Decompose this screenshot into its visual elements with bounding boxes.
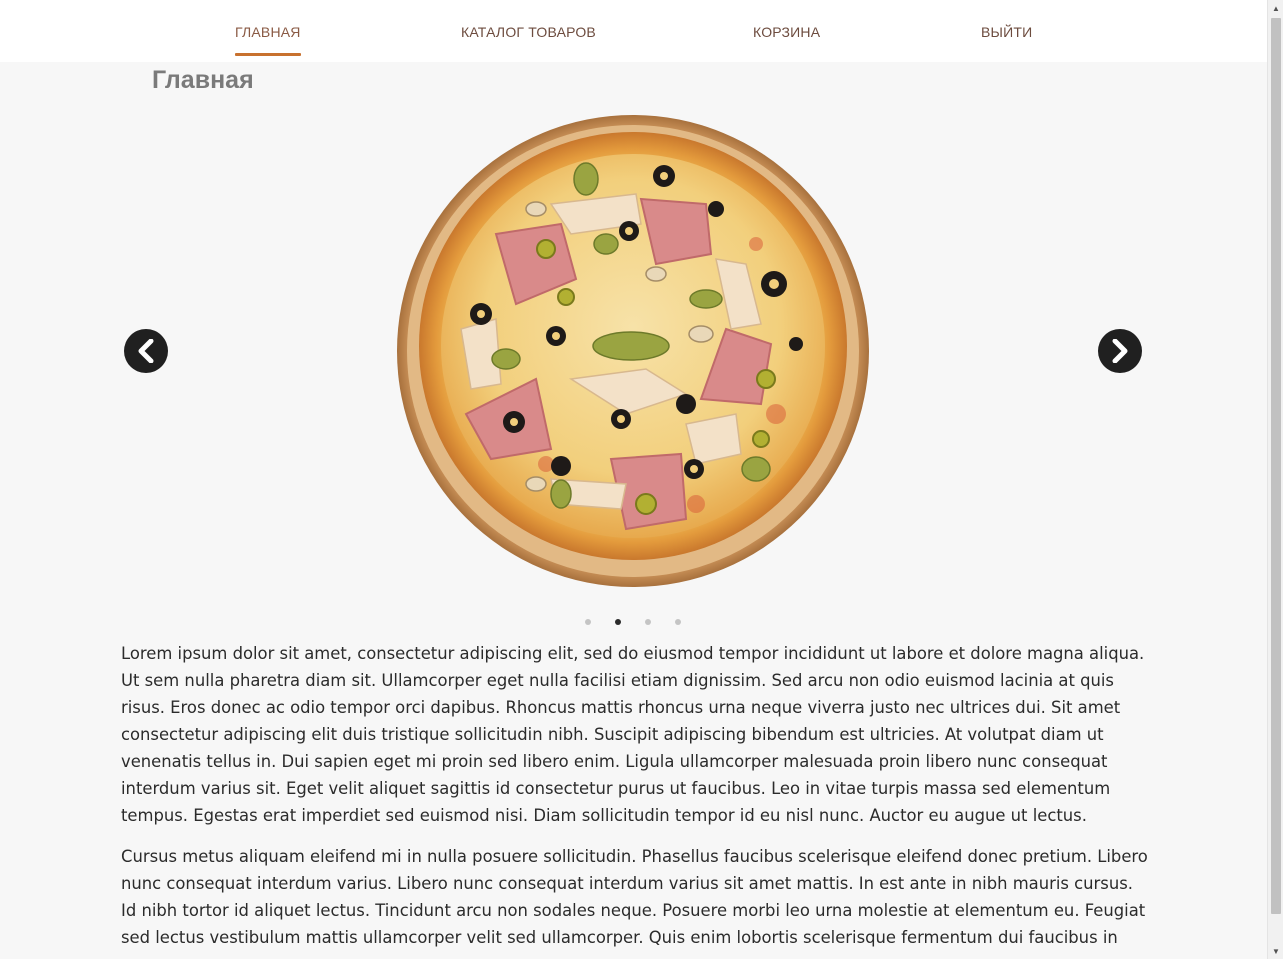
chevron-right-icon bbox=[1112, 339, 1128, 363]
carousel-dot[interactable] bbox=[585, 619, 591, 625]
nav-item-label: КАТАЛОГ ТОВАРОВ bbox=[461, 24, 596, 40]
scroll-up-arrow-icon[interactable]: ▲ bbox=[1268, 0, 1283, 16]
active-nav-underline bbox=[235, 53, 301, 56]
paragraph: Lorem ipsum dolor sit amet, consectetur … bbox=[121, 644, 1145, 825]
carousel-dot-active[interactable] bbox=[615, 619, 621, 625]
nav-item-home[interactable]: ГЛАВНАЯ bbox=[235, 0, 301, 62]
carousel-dot[interactable] bbox=[645, 619, 651, 625]
paragraph: Cursus metus aliquam eleifend mi in null… bbox=[121, 847, 1148, 959]
carousel-next-button[interactable] bbox=[1098, 329, 1142, 373]
nav-item-label: ВЫЙТИ bbox=[981, 24, 1033, 40]
vertical-scrollbar[interactable]: ▲ ▼ bbox=[1267, 0, 1283, 959]
nav-item-catalog[interactable]: КАТАЛОГ ТОВАРОВ bbox=[461, 0, 596, 62]
nav-item-logout[interactable]: ВЫЙТИ bbox=[981, 0, 1032, 62]
nav-item-cart[interactable]: КОРЗИНА bbox=[753, 0, 820, 62]
nav-item-label: ГЛАВНАЯ bbox=[235, 24, 301, 40]
image-carousel bbox=[0, 100, 1267, 630]
chevron-left-icon bbox=[138, 339, 154, 363]
carousel-prev-button[interactable] bbox=[124, 329, 168, 373]
nav-item-label: КОРЗИНА bbox=[753, 24, 821, 40]
scrollbar-thumb[interactable] bbox=[1271, 18, 1281, 914]
pizza-image bbox=[396, 114, 871, 589]
page-title: Главная bbox=[152, 66, 254, 94]
scroll-down-arrow-icon[interactable]: ▼ bbox=[1268, 943, 1283, 959]
carousel-dot[interactable] bbox=[675, 619, 681, 625]
top-navigation: ГЛАВНАЯ КАТАЛОГ ТОВАРОВ КОРЗИНА ВЫЙТИ bbox=[0, 0, 1267, 62]
article-content: Lorem ipsum dolor sit amet, consectetur … bbox=[121, 640, 1151, 959]
carousel-indicators bbox=[585, 619, 681, 625]
